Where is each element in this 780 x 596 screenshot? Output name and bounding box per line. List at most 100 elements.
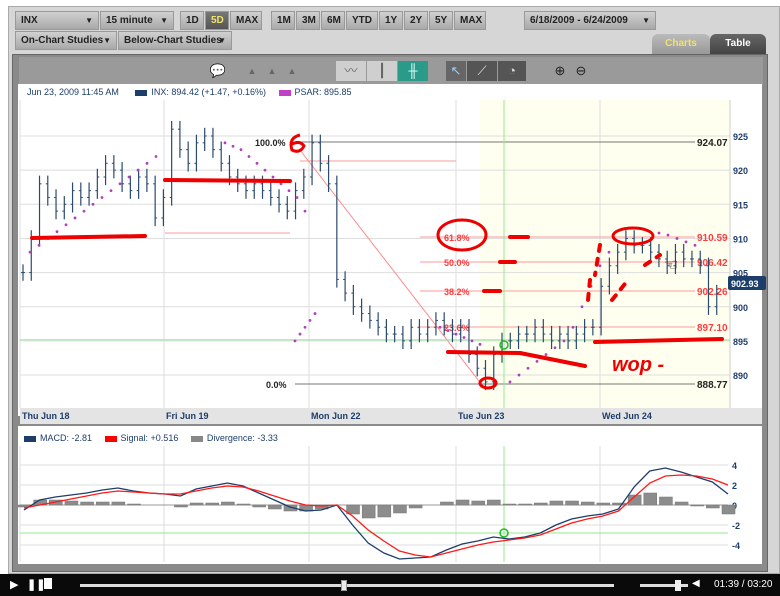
annotation-stroke	[163, 178, 292, 183]
fib-value-label: 910.59	[697, 233, 728, 244]
legend-divergence: Divergence: -3.33	[206, 433, 278, 443]
divergence-bar	[534, 502, 548, 506]
price-legend: Jun 23, 2009 11:45 AM INX: 894.42 (+1.47…	[27, 87, 352, 97]
y-tick-label: 915	[733, 200, 748, 210]
fib-percent-label: 61.8%	[444, 233, 470, 243]
psar-dot	[666, 233, 670, 237]
psar-dot	[438, 325, 442, 329]
range-button-3m[interactable]: 3M	[296, 11, 320, 30]
divergence-bar	[721, 504, 736, 515]
range-button-2y[interactable]: 2Y	[404, 11, 428, 30]
psar-dot	[82, 209, 86, 213]
legend-signal: Signal: +0.516	[120, 433, 179, 443]
psar-dot	[607, 250, 611, 254]
range-button-1d[interactable]: 1D	[180, 11, 204, 30]
range-button-max[interactable]: MAX	[230, 11, 262, 30]
psar-dot	[64, 223, 68, 227]
psar-dot	[446, 329, 450, 333]
psar-dot	[255, 161, 259, 165]
psar-dot	[136, 168, 140, 172]
divergence-bar	[80, 501, 94, 506]
fib-value-label: 897.10	[697, 323, 728, 334]
range-button-6m[interactable]: 6M	[321, 11, 345, 30]
fib-value-label: 924.07	[697, 138, 728, 149]
range-button-5d[interactable]: 5D	[205, 11, 229, 30]
divergence-bar	[706, 504, 720, 509]
fib-value-label: 888.77	[697, 380, 728, 391]
psar-dot	[675, 237, 679, 240]
volume-slider[interactable]	[640, 580, 688, 591]
total-time: 03:20	[747, 579, 773, 590]
macd-y-tick: 4	[732, 461, 737, 471]
range-button-5y[interactable]: 5Y	[429, 11, 453, 30]
divergence-bar	[252, 504, 266, 508]
psar-dot	[298, 332, 302, 336]
divergence-bar	[487, 499, 501, 506]
legend-psar: PSAR: 895.85	[294, 87, 352, 97]
divergence-bar	[549, 500, 564, 506]
psar-dot	[73, 216, 77, 220]
fib-value-label: 906.42	[697, 258, 728, 269]
psar-dot	[109, 189, 113, 193]
divergence-bar	[95, 501, 110, 506]
range-button-1y[interactable]: 1Y	[379, 11, 403, 30]
divergence-bar	[408, 504, 423, 509]
psar-dot	[693, 243, 697, 247]
fib-percent-label: 100.0%	[255, 138, 286, 148]
seek-bar[interactable]	[80, 580, 614, 591]
psar-dot	[526, 366, 530, 370]
inx-swatch	[135, 89, 148, 96]
divergence-bar	[174, 504, 188, 508]
psar-dot	[223, 141, 227, 145]
divergence-bar	[64, 500, 79, 506]
psar-dot	[684, 240, 688, 244]
psar-dot	[598, 264, 602, 268]
volume-handle[interactable]	[675, 580, 682, 591]
y-tick-label: 925	[733, 132, 748, 142]
pause-icon[interactable]: ❚❚	[27, 578, 45, 591]
psar-dot	[154, 155, 158, 158]
psar-dot	[562, 339, 566, 343]
divergence-bar	[361, 504, 376, 519]
legend-inx: INX: 894.42 (+1.47, +0.16%)	[151, 87, 266, 97]
divergence-bar	[205, 502, 219, 506]
psar-dot	[553, 346, 557, 350]
psar-dot	[263, 168, 267, 172]
fib-percent-label: 0.0%	[266, 380, 287, 390]
psar-dot	[239, 148, 243, 152]
divergence-bar	[659, 496, 673, 506]
legend-date: Jun 23, 2009 11:45 AM	[27, 87, 119, 97]
fib-value-label: 902.26	[697, 287, 728, 298]
stop-icon[interactable]	[44, 578, 52, 589]
x-tick-label: Mon Jun 22	[311, 411, 361, 421]
divergence-bar	[518, 503, 532, 506]
speaker-icon[interactable]: ◀	[692, 578, 700, 589]
x-tick-label: Wed Jun 24	[602, 411, 652, 421]
divergence-bar	[612, 502, 626, 506]
psar-dot	[231, 144, 235, 148]
range-button-1m[interactable]: 1M	[271, 11, 295, 30]
psar-dot	[462, 336, 466, 339]
psar-dot	[91, 202, 95, 206]
divergence-bar	[393, 504, 407, 514]
macd-y-tick: 2	[732, 481, 737, 491]
seek-handle[interactable]	[341, 580, 348, 591]
psar-dot	[571, 325, 575, 329]
psar-dot	[247, 155, 251, 158]
time-display: 01:39 / 03:20	[714, 579, 773, 590]
macd-swatch	[24, 435, 36, 442]
psar-dot	[127, 175, 131, 179]
divergence-bar	[471, 500, 485, 506]
psar-dot	[55, 230, 59, 234]
psar-dot	[535, 359, 539, 363]
play-icon[interactable]: ▶	[10, 578, 18, 591]
divergence-bar	[377, 504, 392, 518]
divergence-bar	[643, 492, 658, 506]
psar-dot	[508, 380, 512, 384]
y-tick-label: 895	[733, 337, 748, 347]
range-button-ytd[interactable]: YTD	[346, 11, 378, 30]
psar-dot	[28, 250, 32, 254]
range-button-max[interactable]: MAX	[454, 11, 486, 30]
psar-dot	[287, 189, 291, 193]
macd-y-tick: -4	[732, 541, 740, 551]
